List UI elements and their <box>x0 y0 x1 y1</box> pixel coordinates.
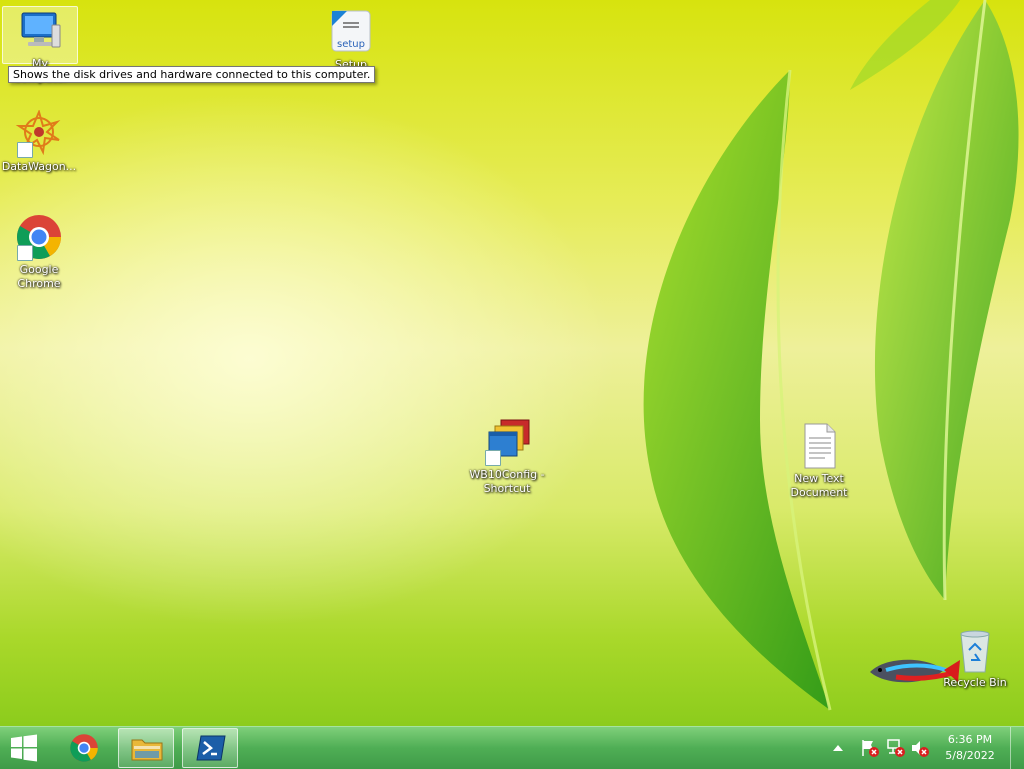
volume-muted-icon <box>912 741 929 757</box>
desktop-icon-label: New Text Document <box>790 472 848 499</box>
desktop-icon-label: WB10Config - Shortcut <box>469 468 545 495</box>
shortcut-arrow-icon <box>17 142 33 158</box>
datawagon-icon <box>15 109 63 158</box>
text-document-icon <box>795 422 843 470</box>
wallpaper-leaves <box>643 0 1019 711</box>
tray-action-center[interactable] <box>858 727 882 769</box>
recycle-bin-icon <box>951 626 999 674</box>
desktop-icon-google-chrome[interactable]: Google Chrome <box>0 213 78 291</box>
setup-icon: setup <box>327 8 375 56</box>
folder-icon <box>131 739 163 761</box>
desktop-icon-label: Google Chrome <box>17 263 61 290</box>
start-button[interactable] <box>0 728 50 768</box>
desktop-icon-new-text-document[interactable]: New Text Document <box>780 422 858 500</box>
powershell-icon <box>196 735 226 761</box>
computer-icon <box>16 7 64 55</box>
chrome-icon <box>15 213 63 261</box>
desktop-icon-my-computer[interactable]: My Computer <box>2 6 78 84</box>
taskbar-file-explorer-button[interactable] <box>118 728 174 768</box>
tray-volume[interactable] <box>908 727 932 769</box>
tray-network[interactable] <box>884 727 908 769</box>
desktop-icon-label: DataWagon... <box>1 160 77 173</box>
tray-show-hidden-icons[interactable] <box>828 727 846 769</box>
tooltip: Shows the disk drives and hardware conne… <box>8 66 376 83</box>
desktop-icon-datawagon[interactable]: DataWagon... <box>0 109 78 174</box>
clock-date: 5/8/2022 <box>945 749 995 762</box>
setup-icon-text: setup <box>337 39 365 50</box>
desktop-icon-label: Recycle Bin <box>943 676 1007 689</box>
desktop-icon-setup[interactable]: setup Setup <box>312 8 390 72</box>
flag-error-icon <box>862 740 879 757</box>
chevron-up-icon <box>833 745 843 751</box>
taskbar-powershell-button[interactable] <box>182 728 238 768</box>
desktop-icon-wb10config[interactable]: WB10Config - Shortcut <box>468 418 546 496</box>
show-desktop-button[interactable] <box>1010 727 1024 769</box>
network-icon <box>887 739 905 757</box>
taskbar: 6:36 PM 5/8/2022 <box>0 726 1024 769</box>
desktop-icon-recycle-bin[interactable]: Recycle Bin <box>936 626 1014 690</box>
chrome-icon <box>70 734 98 762</box>
shortcut-arrow-icon <box>17 245 33 261</box>
taskbar-clock[interactable]: 6:36 PM 5/8/2022 <box>938 732 1002 764</box>
taskbar-chrome-button[interactable] <box>58 728 110 768</box>
desktop[interactable]: My Computer setup Setup <box>0 0 1024 726</box>
windows-logo-icon <box>11 734 37 762</box>
shortcut-arrow-icon <box>485 450 501 466</box>
clock-time: 6:36 PM <box>947 733 993 746</box>
wb10config-icon <box>483 418 531 466</box>
